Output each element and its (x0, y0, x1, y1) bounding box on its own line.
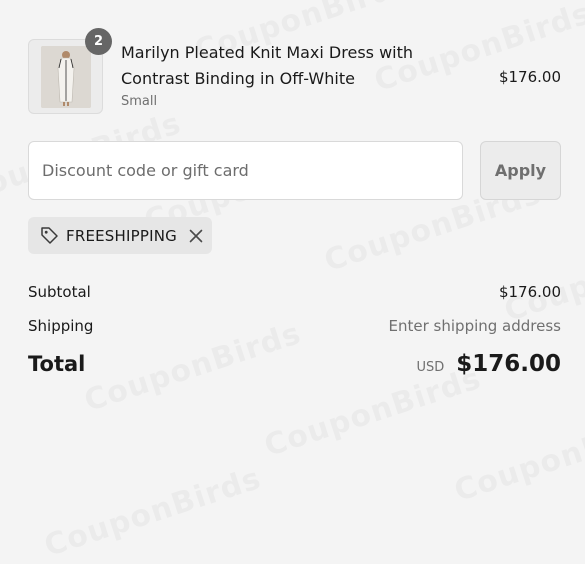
watermark: CouponBirds (450, 406, 585, 509)
dress-image (41, 46, 91, 108)
shipping-row: Shipping Enter shipping address (28, 317, 561, 335)
product-variant: Small (121, 94, 158, 109)
subtotal-row: Subtotal $176.00 (28, 283, 561, 301)
watermark: CouponBirds (40, 461, 265, 564)
total-row: Total USD $176.00 (28, 351, 561, 377)
apply-button[interactable]: Apply (480, 141, 561, 200)
total-amount: USD $176.00 (416, 351, 561, 377)
tag-icon (39, 225, 60, 246)
discount-code-input[interactable] (28, 141, 463, 200)
line-item: 2 Marilyn Pleated Knit Maxi Dress with C… (28, 28, 561, 117)
discount-code-label: FREESHIPPING (66, 226, 177, 245)
quantity-badge: 2 (85, 28, 112, 55)
watermark: CouponBirds (500, 226, 585, 329)
product-title: Marilyn Pleated Knit Maxi Dress with Con… (121, 43, 414, 88)
applied-discount-tag: FREESHIPPING (28, 217, 212, 254)
total-value: $176.00 (456, 351, 561, 377)
currency-code: USD (416, 360, 445, 375)
product-image (41, 46, 91, 108)
shipping-value: Enter shipping address (388, 317, 561, 335)
total-label: Total (28, 352, 86, 376)
close-icon[interactable] (188, 228, 204, 244)
shipping-label: Shipping (28, 317, 94, 335)
subtotal-label: Subtotal (28, 283, 91, 301)
product-price: $176.00 (498, 68, 561, 86)
subtotal-value: $176.00 (498, 283, 561, 301)
